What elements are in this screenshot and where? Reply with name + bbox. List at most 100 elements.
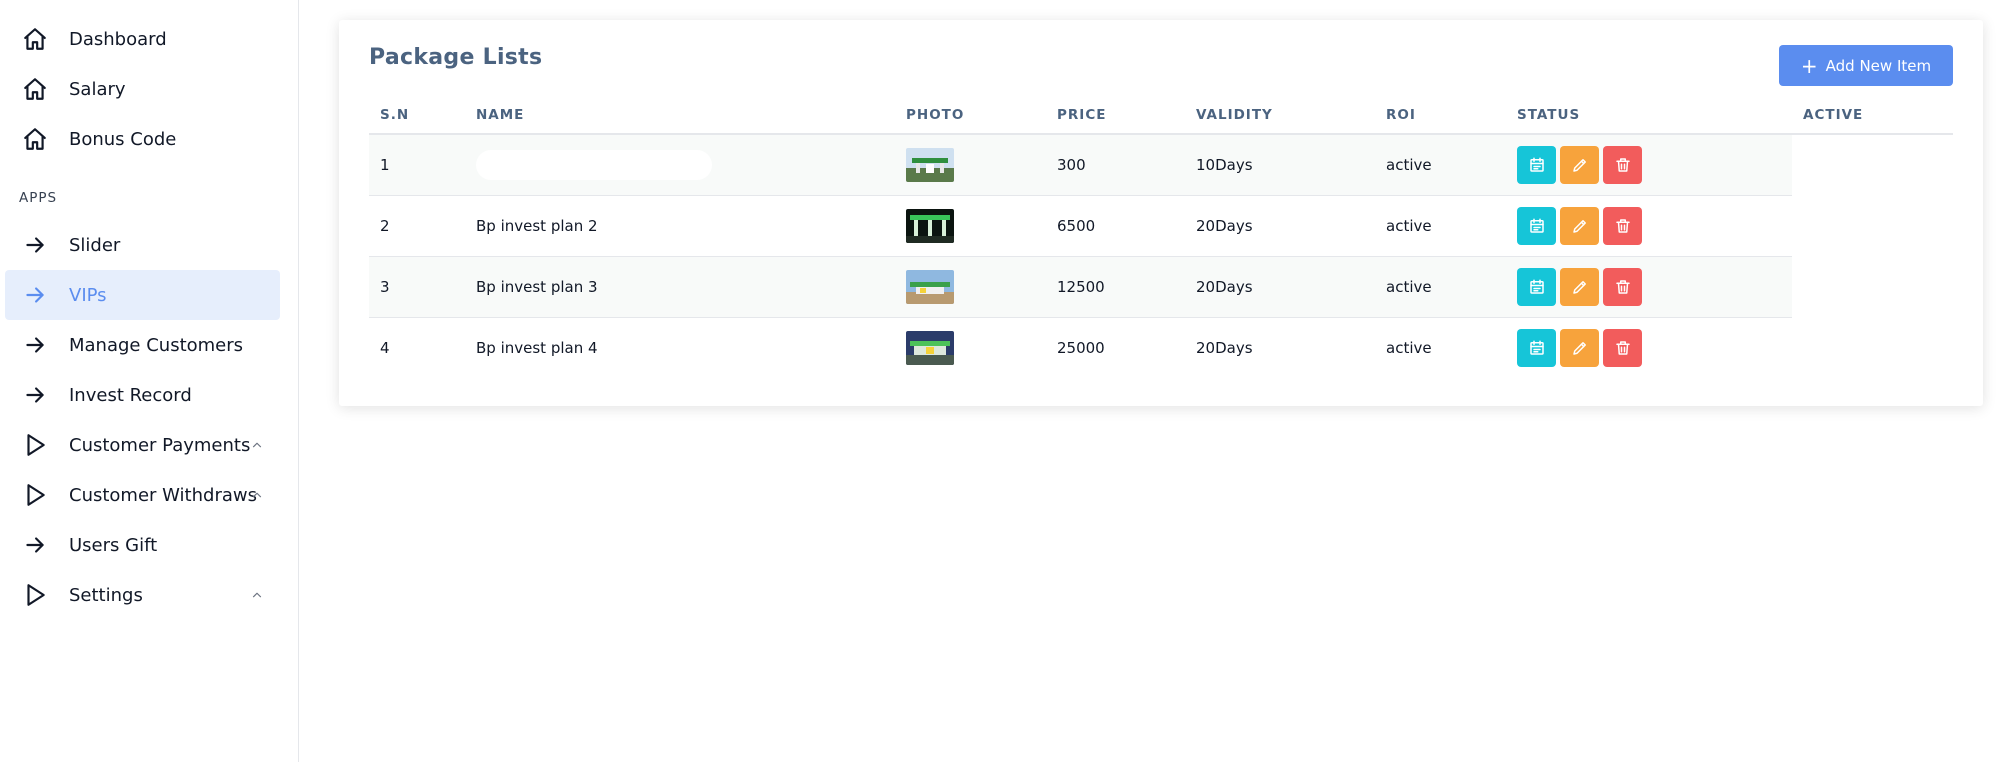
cell-status: active — [1375, 134, 1506, 196]
sidebar-item-invest-record[interactable]: Invest Record — [5, 370, 280, 420]
cell-actions — [1506, 195, 1792, 257]
home-icon — [21, 75, 49, 103]
trash-icon — [1615, 158, 1630, 172]
cell-photo — [895, 195, 1046, 257]
package-photo — [906, 330, 954, 365]
pencil-icon — [1572, 280, 1586, 294]
add-new-item-label: Add New Item — [1825, 56, 1932, 75]
cell-price: 25000 — [1057, 338, 1105, 357]
sidebar-item-label: VIPs — [69, 284, 107, 306]
package-photo — [906, 269, 954, 304]
sidebar-item-dashboard[interactable]: Dashboard — [5, 14, 280, 64]
cell-validity: 20Days — [1196, 338, 1253, 357]
sidebar-item-customer-payments[interactable]: Customer Payments — [5, 420, 280, 470]
sidebar-item-users-gift[interactable]: Users Gift — [5, 520, 280, 570]
calendar-icon — [1529, 340, 1544, 355]
name-placeholder — [476, 149, 712, 180]
cell-name: Bp invest plan 3 — [465, 256, 895, 318]
delete-button[interactable] — [1603, 145, 1642, 184]
edit-button[interactable] — [1560, 267, 1599, 306]
arrow-right-icon — [21, 381, 49, 409]
column-header-active: ACTIVE — [1792, 97, 1953, 135]
sidebar: Dashboard Salary Bonus Code APPS Slider … — [0, 0, 299, 762]
sidebar-item-label: Settings — [69, 584, 143, 606]
sidebar-item-label: Bonus Code — [69, 128, 177, 150]
home-icon — [21, 125, 49, 153]
table-row: 3 Bp invest plan 3 12500 20Days active — [369, 256, 1953, 318]
cell-price: 12500 — [1046, 256, 1185, 318]
delete-button[interactable] — [1603, 328, 1642, 367]
chevron-up-icon[interactable] — [250, 487, 264, 501]
cell-photo — [895, 134, 1046, 196]
sidebar-item-bonus-code[interactable]: Bonus Code — [5, 114, 280, 164]
pencil-icon — [1572, 219, 1586, 233]
arrow-right-icon — [21, 531, 49, 559]
cell-name: Bp invest plan 4 — [476, 338, 598, 357]
cell-name: Bp invest plan 2 — [465, 195, 895, 257]
sidebar-item-customer-withdraws[interactable]: Customer Withdraws — [5, 470, 280, 520]
sidebar-item-vips[interactable]: VIPs — [5, 270, 280, 320]
cell-validity: 10Days — [1185, 134, 1375, 196]
arrow-right-icon — [21, 281, 49, 309]
cell-actions — [1506, 317, 1792, 378]
column-header-sn: S.N — [369, 97, 465, 135]
chevron-up-icon[interactable] — [250, 587, 264, 601]
cell-actions — [1506, 134, 1792, 196]
cell-sn: 4 — [380, 338, 390, 357]
column-header-validity: VALIDITY — [1185, 97, 1375, 135]
cell-active — [1792, 134, 1953, 195]
edit-button[interactable] — [1560, 328, 1599, 367]
calendar-button[interactable] — [1517, 328, 1556, 367]
cell-actions — [1506, 256, 1792, 318]
trash-icon — [1615, 341, 1630, 355]
cell-active — [1792, 317, 1953, 378]
column-header-price: PRICE — [1046, 97, 1185, 135]
cell-status: active — [1386, 338, 1432, 357]
pencil-icon — [1572, 158, 1586, 172]
calendar-icon — [1529, 279, 1544, 294]
page-title: Package Lists — [369, 45, 543, 70]
pencil-icon — [1572, 341, 1586, 355]
play-icon — [21, 481, 49, 509]
cell-active — [1792, 256, 1953, 317]
play-icon — [21, 581, 49, 609]
table-row: 2 Bp invest plan 2 6500 20Days active — [369, 195, 1953, 257]
edit-button[interactable] — [1560, 206, 1599, 245]
sidebar-item-label: Invest Record — [69, 384, 192, 406]
column-header-roi: ROI — [1375, 97, 1506, 135]
calendar-icon — [1529, 157, 1544, 172]
sidebar-item-label: Manage Customers — [69, 334, 244, 356]
package-photo — [906, 147, 954, 182]
calendar-button[interactable] — [1517, 145, 1556, 184]
main-content: Package Lists + Add New Item S.N NAME PH… — [299, 0, 2000, 762]
edit-button[interactable] — [1560, 145, 1599, 184]
cell-status: active — [1375, 195, 1506, 257]
chevron-up-icon[interactable] — [250, 437, 264, 451]
trash-icon — [1615, 218, 1630, 233]
sidebar-item-manage-customers[interactable]: Manage Customers — [5, 320, 280, 370]
play-icon — [21, 431, 49, 459]
package-list-card: Package Lists + Add New Item S.N NAME PH… — [339, 20, 1983, 406]
sidebar-item-label: Customer Payments — [69, 434, 251, 456]
column-header-photo: PHOTO — [895, 97, 1046, 135]
add-new-item-button[interactable]: + Add New Item — [1779, 45, 1953, 86]
sidebar-item-label: Users Gift — [69, 534, 158, 556]
sidebar-item-slider[interactable]: Slider — [5, 220, 280, 270]
cell-sn: 2 — [369, 195, 465, 257]
calendar-button[interactable] — [1517, 267, 1556, 306]
cell-status: active — [1375, 256, 1506, 318]
arrow-right-icon — [21, 231, 49, 259]
sidebar-item-salary[interactable]: Salary — [5, 64, 280, 114]
table-row: 4 Bp invest plan 4 25000 20Days active — [369, 317, 1953, 378]
table-header-row: S.N NAME PHOTO PRICE VALIDITY ROI STATUS… — [369, 97, 1953, 135]
cell-photo — [895, 256, 1046, 318]
delete-button[interactable] — [1603, 206, 1642, 245]
trash-icon — [1615, 279, 1630, 294]
sidebar-item-settings[interactable]: Settings — [5, 570, 280, 620]
sidebar-item-label: Dashboard — [69, 28, 167, 50]
sidebar-item-label: Slider — [69, 234, 121, 256]
delete-button[interactable] — [1603, 267, 1642, 306]
calendar-button[interactable] — [1517, 206, 1556, 245]
column-header-name: NAME — [465, 97, 895, 135]
cell-name — [465, 134, 895, 196]
